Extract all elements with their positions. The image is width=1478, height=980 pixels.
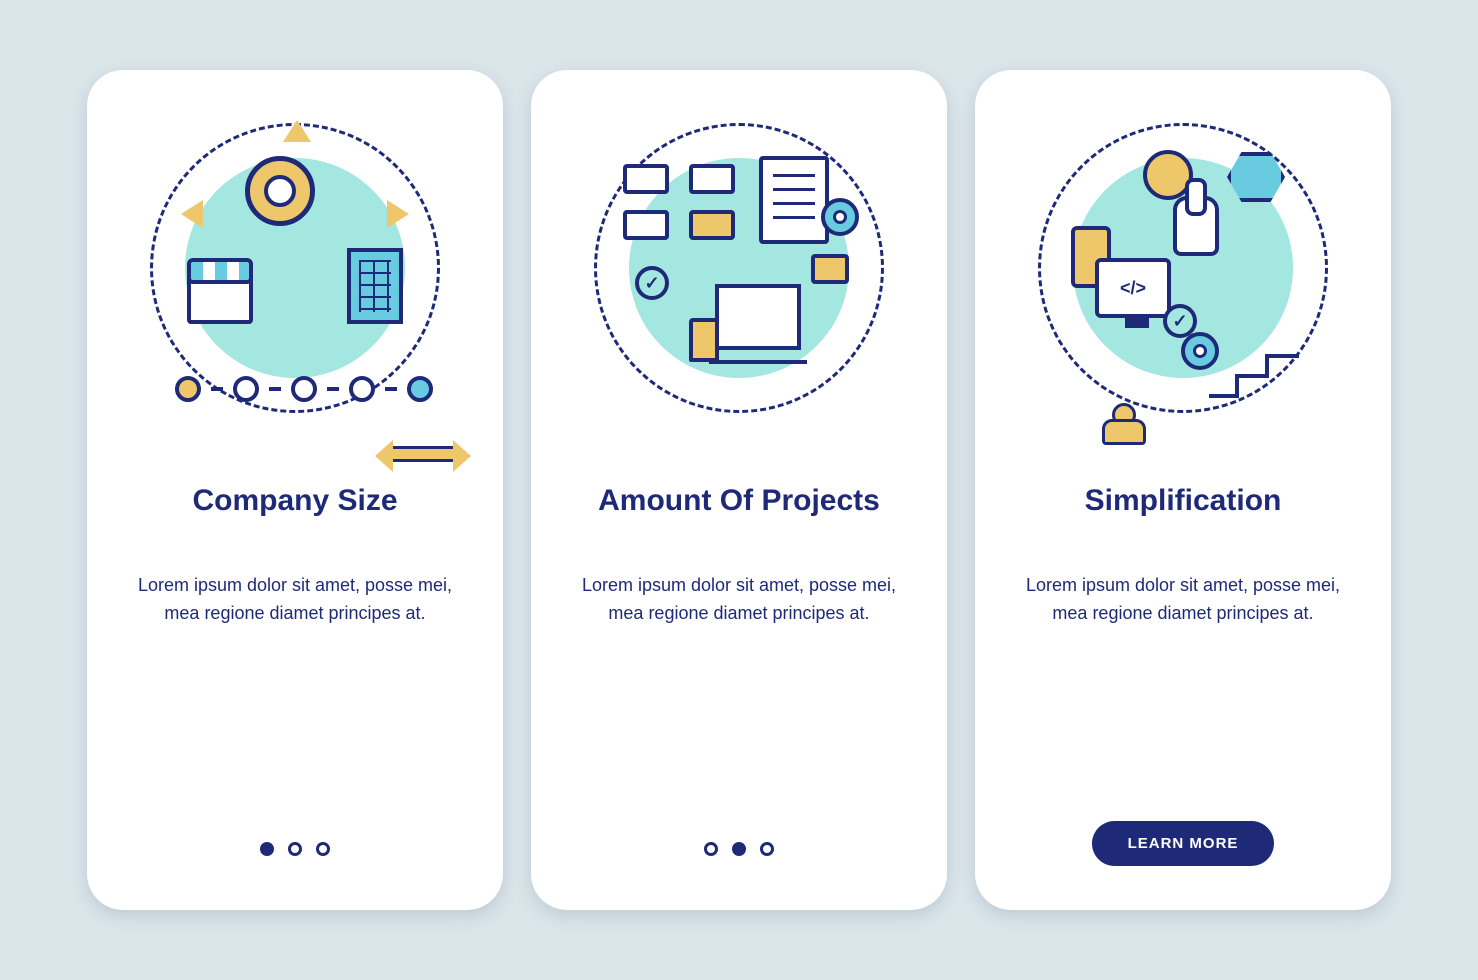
dot-1[interactable] — [704, 842, 718, 856]
card-title: Amount Of Projects — [598, 484, 880, 518]
pagination-dots — [260, 842, 330, 856]
pagination-dots — [704, 842, 774, 856]
learn-more-button[interactable]: LEARN MORE — [1092, 821, 1275, 866]
onboarding-card-projects: ✓ Amount Of Projects Lorem ipsum dolor s… — [531, 70, 947, 910]
projects-icon: ✓ — [579, 108, 899, 428]
card-title: Simplification — [1085, 484, 1282, 518]
dot-2[interactable] — [732, 842, 746, 856]
dot-3[interactable] — [760, 842, 774, 856]
onboarding-card-company-size: Company Size Lorem ipsum dolor sit amet,… — [87, 70, 503, 910]
card-description: Lorem ipsum dolor sit amet, posse mei, m… — [1023, 572, 1343, 628]
dot-3[interactable] — [316, 842, 330, 856]
card-description: Lorem ipsum dolor sit amet, posse mei, m… — [579, 572, 899, 628]
card-title: Company Size — [192, 484, 397, 518]
card-description: Lorem ipsum dolor sit amet, posse mei, m… — [135, 572, 455, 628]
onboarding-card-simplification: </> ✓ Simplification Lorem ipsum dolor s… — [975, 70, 1391, 910]
dot-1[interactable] — [260, 842, 274, 856]
simplification-icon: </> ✓ — [1023, 108, 1343, 428]
company-size-icon — [135, 108, 455, 428]
onboarding-container: Company Size Lorem ipsum dolor sit amet,… — [87, 70, 1391, 910]
dot-2[interactable] — [288, 842, 302, 856]
